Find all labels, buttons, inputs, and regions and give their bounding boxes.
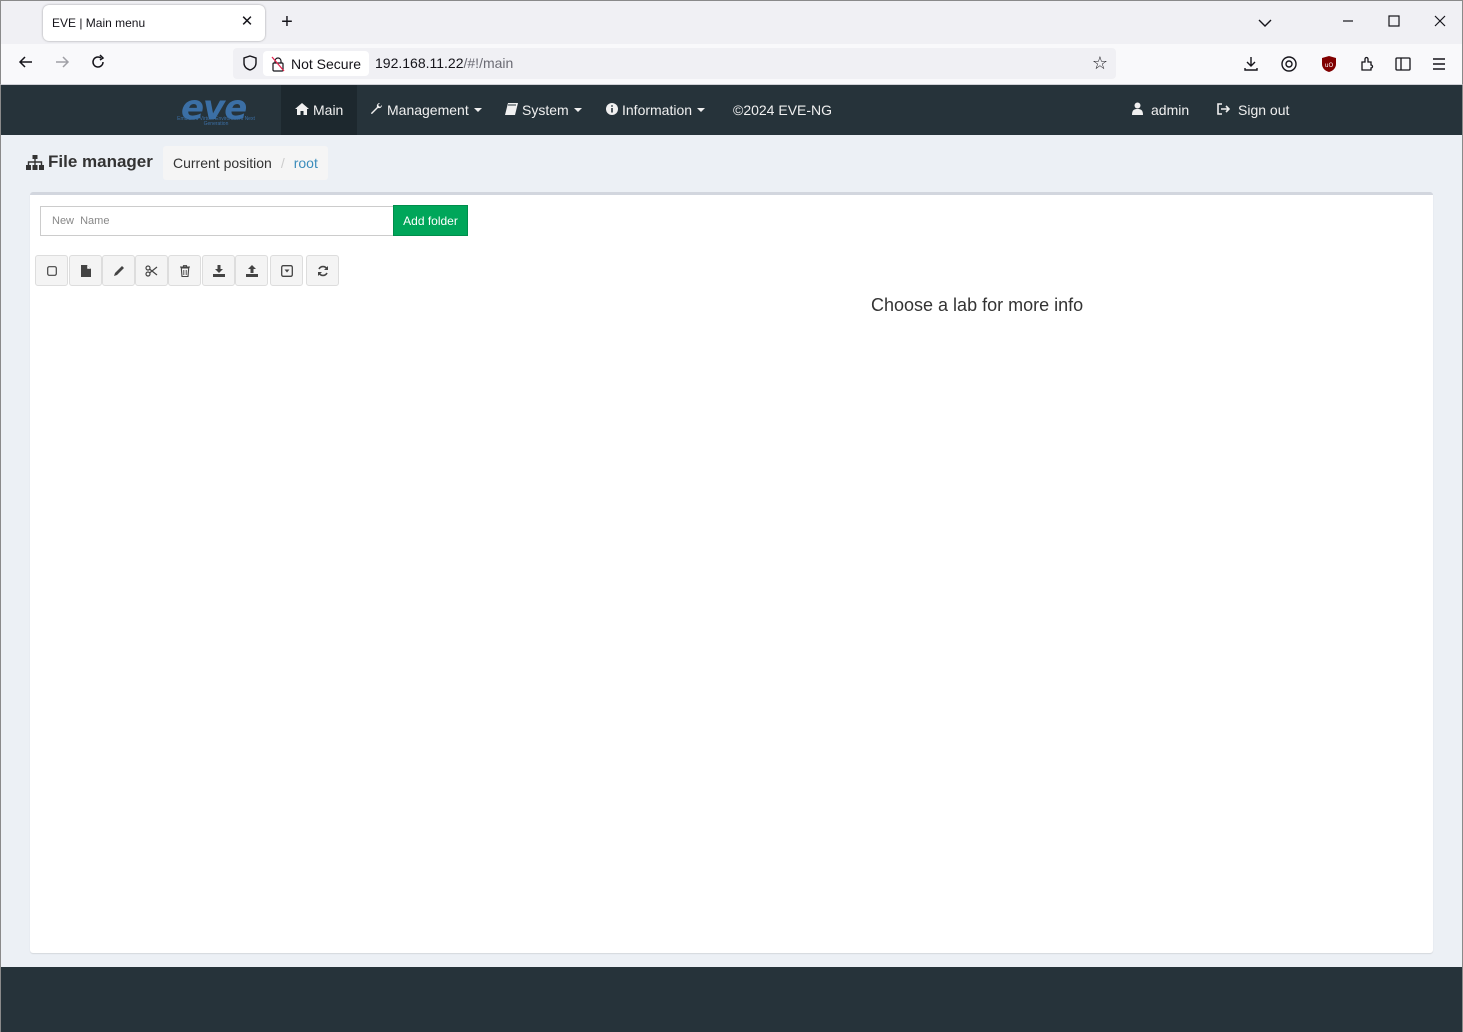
- menu-information[interactable]: Information: [592, 85, 719, 135]
- svg-text:uO: uO: [1325, 62, 1334, 69]
- page-title: File manager: [26, 152, 153, 172]
- minimize-icon[interactable]: [1338, 13, 1358, 33]
- user-label: admin: [1151, 102, 1190, 118]
- caret-square-down-icon: [280, 264, 293, 277]
- caret-down-icon: [697, 108, 706, 112]
- page-title-text: File manager: [48, 152, 153, 171]
- wrench-icon: [370, 102, 383, 118]
- user-icon: [1132, 102, 1143, 118]
- edit-button[interactable]: [102, 255, 135, 286]
- browser-nav-bar: Not Secure 192.168.11.22/#!/main ☆ uO: [0, 44, 1463, 85]
- pencil-icon: [113, 265, 124, 276]
- app-footer: [1, 967, 1462, 1032]
- refresh-button[interactable]: [306, 255, 339, 286]
- upload-icon: [245, 264, 258, 277]
- browser-tab-bar: EVE | Main menu ✕ +: [0, 0, 1463, 44]
- breadcrumb: Current position / root: [163, 146, 328, 180]
- file-manager-panel: Add folder Choose a lab for more info: [30, 192, 1433, 953]
- back-icon[interactable]: [16, 54, 36, 74]
- security-indicator[interactable]: Not Secure: [263, 51, 370, 76]
- menu-main-label: Main: [313, 102, 344, 118]
- select-all-button[interactable]: [35, 255, 68, 286]
- new-tab-icon[interactable]: +: [277, 12, 297, 32]
- lab-info-placeholder: Choose a lab for more info: [871, 295, 1084, 315]
- downloads-icon[interactable]: [1241, 54, 1261, 74]
- url-host: 192.168.11.22: [375, 55, 464, 71]
- broken-lock-icon: [271, 56, 285, 72]
- menu-copyright[interactable]: ©2024 EVE-NG: [719, 85, 846, 135]
- trash-icon: [179, 264, 190, 277]
- upload-button[interactable]: [235, 255, 268, 286]
- user-menu[interactable]: admin: [1118, 85, 1203, 135]
- caret-down-icon: [473, 108, 482, 112]
- export-button[interactable]: [270, 255, 303, 286]
- refresh-icon: [317, 265, 328, 276]
- checkbox-icon: [46, 265, 57, 276]
- forward-icon[interactable]: [52, 54, 72, 74]
- menu-system-label: System: [522, 102, 569, 118]
- cut-button[interactable]: [135, 255, 168, 286]
- breadcrumb-label: Current position: [173, 155, 272, 171]
- signout-icon: [1217, 102, 1231, 118]
- address-bar[interactable]: Not Secure 192.168.11.22/#!/main ☆: [233, 48, 1116, 79]
- download-button[interactable]: [202, 255, 235, 286]
- breadcrumb-root-link[interactable]: root: [294, 155, 318, 171]
- file-icon: [80, 264, 91, 277]
- delete-button[interactable]: [168, 255, 201, 286]
- info-circle-icon: [606, 102, 618, 118]
- menu-main[interactable]: Main: [281, 85, 358, 135]
- tab-title: EVE | Main menu: [52, 16, 146, 30]
- url-text[interactable]: 192.168.11.22/#!/main: [375, 55, 513, 71]
- logo-subtext: Emulated Virtual Environment Next Genera…: [177, 116, 255, 127]
- list-tabs-icon[interactable]: [1255, 13, 1275, 33]
- sidebar-icon[interactable]: [1393, 54, 1413, 74]
- menu-management[interactable]: Management: [356, 85, 496, 135]
- tracking-shield-icon[interactable]: [241, 54, 259, 72]
- ublock-icon[interactable]: uO: [1319, 54, 1339, 74]
- add-folder-button[interactable]: Add folder: [393, 205, 468, 236]
- new-lab-button[interactable]: [69, 255, 102, 286]
- maximize-icon[interactable]: [1384, 13, 1404, 33]
- eve-logo[interactable]: eve Emulated Virtual Environment Next Ge…: [171, 88, 261, 128]
- menu-hamburger-icon[interactable]: [1429, 54, 1449, 74]
- sitemap-icon: [26, 154, 44, 170]
- signout-label: Sign out: [1238, 102, 1290, 118]
- signout-link[interactable]: Sign out: [1203, 85, 1303, 135]
- account-icon[interactable]: [1279, 54, 1299, 74]
- extensions-icon[interactable]: [1357, 54, 1377, 74]
- download-icon: [212, 264, 225, 277]
- security-label: Not Secure: [291, 55, 362, 72]
- browser-tab[interactable]: EVE | Main menu ✕: [43, 5, 265, 41]
- new-name-input[interactable]: [40, 206, 394, 236]
- caret-down-icon: [573, 108, 582, 112]
- reload-icon[interactable]: [88, 54, 108, 74]
- copyright-label: ©2024 EVE-NG: [733, 102, 833, 118]
- menu-management-label: Management: [387, 102, 469, 118]
- breadcrumb-separator: /: [280, 155, 285, 171]
- close-window-icon[interactable]: [1430, 13, 1450, 33]
- bookmark-star-icon[interactable]: ☆: [1090, 53, 1110, 73]
- scissors-icon: [145, 264, 158, 277]
- home-icon: [295, 102, 309, 118]
- menu-system[interactable]: System: [491, 85, 596, 135]
- app-navbar: eve Emulated Virtual Environment Next Ge…: [1, 85, 1462, 135]
- menu-information-label: Information: [622, 102, 693, 118]
- tab-close-icon[interactable]: ✕: [239, 14, 255, 30]
- url-path: /#!/main: [463, 55, 514, 71]
- book-icon: [505, 102, 518, 118]
